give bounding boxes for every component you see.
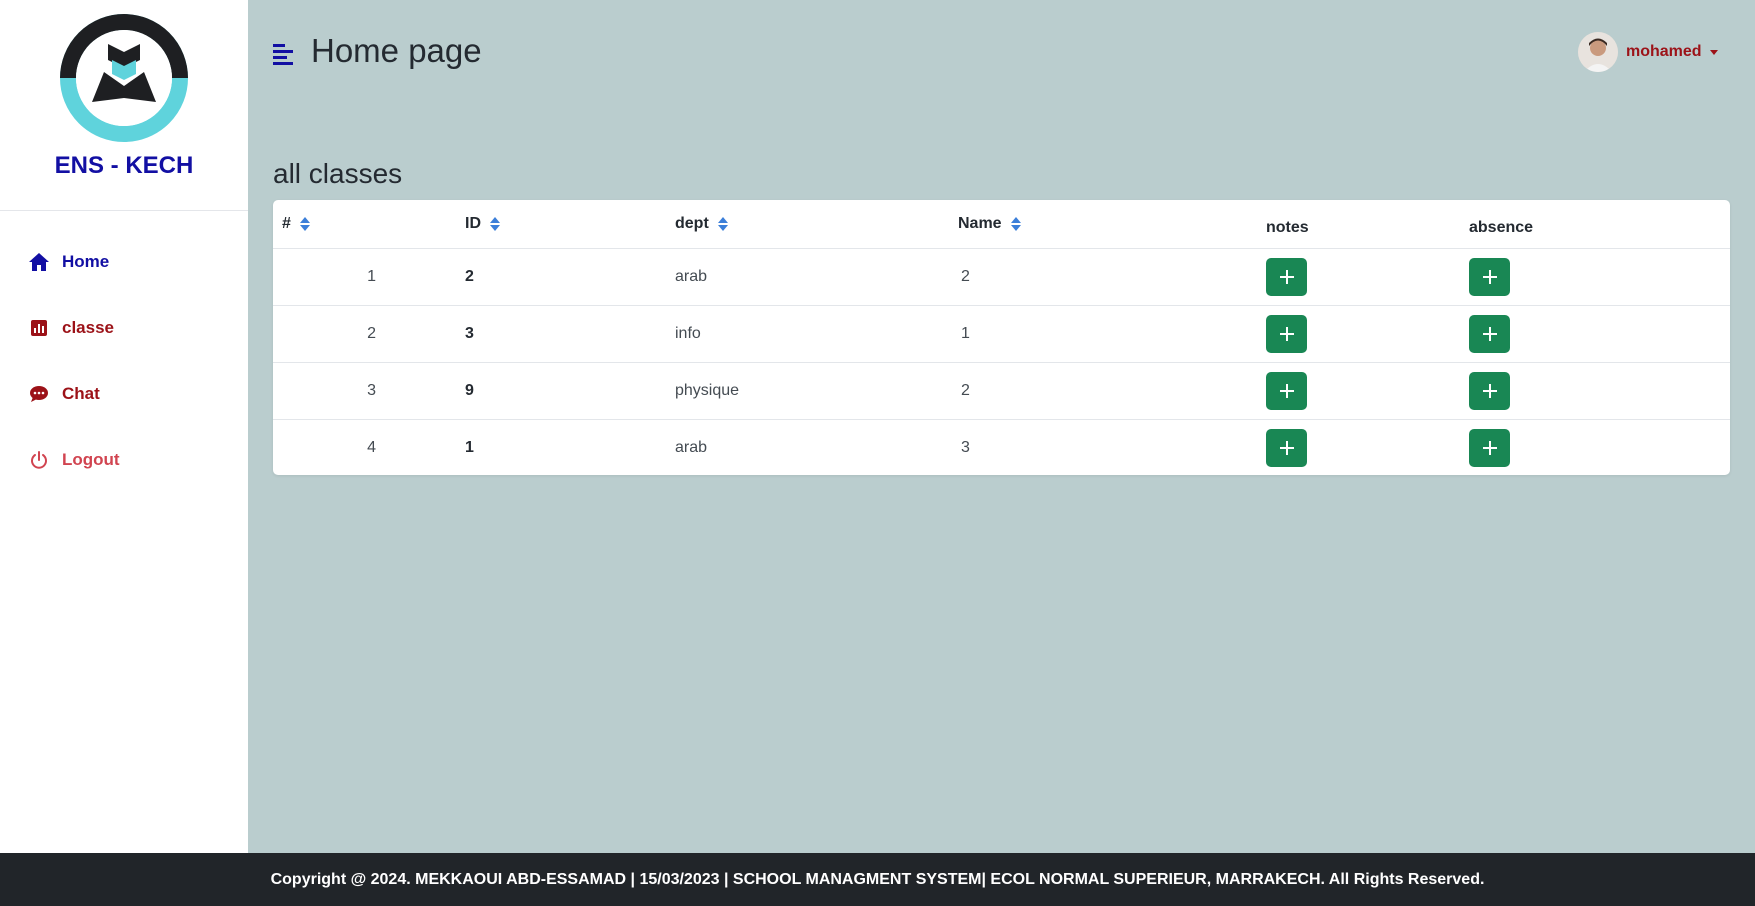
sidebar-divider (0, 210, 248, 211)
avatar[interactable] (1578, 32, 1618, 72)
plus-icon (1279, 440, 1294, 455)
menu-icon[interactable] (272, 42, 296, 66)
power-icon (28, 449, 50, 471)
sidebar-item-chat[interactable]: Chat (28, 379, 100, 409)
add-note-button[interactable] (1266, 428, 1307, 467)
cell-absence (1469, 362, 1730, 419)
classes-table-card: # ID dept Name notes absence 1 2 arab 2 … (273, 200, 1730, 475)
cell-id: 9 (465, 381, 474, 399)
plus-icon (1279, 269, 1294, 284)
cell-name: 1 (961, 324, 970, 342)
column-header-notes: notes (1266, 218, 1309, 236)
sort-icon (1010, 216, 1021, 231)
cell-num: 1 (367, 267, 376, 285)
section-title: all classes (273, 158, 403, 189)
plus-icon (1482, 326, 1497, 341)
cell-dept: arab (675, 267, 708, 285)
home-icon (28, 251, 50, 273)
plus-icon (1482, 383, 1497, 398)
sort-icon (490, 216, 500, 231)
add-note-button[interactable] (1266, 314, 1307, 353)
cell-dept: arab (675, 438, 708, 456)
add-absence-button[interactable] (1469, 257, 1510, 296)
cell-notes (1266, 248, 1469, 305)
chart-icon (28, 317, 50, 339)
sidebar-item-label: Logout (62, 450, 120, 469)
plus-icon (1279, 383, 1294, 398)
column-header-absence: absence (1469, 218, 1534, 236)
cell-num: 4 (367, 438, 376, 456)
cell-notes (1266, 362, 1469, 419)
column-header-num[interactable]: # (273, 200, 465, 248)
plus-icon (1279, 326, 1294, 341)
cell-num: 3 (367, 381, 376, 399)
column-header-name[interactable]: Name (958, 200, 1266, 248)
cell-name: 2 (961, 267, 970, 285)
chevron-down-icon (1709, 49, 1718, 55)
cell-id: 1 (465, 438, 474, 456)
add-absence-button[interactable] (1469, 371, 1510, 410)
add-note-button[interactable] (1266, 371, 1307, 410)
sidebar-item-label: Home (62, 252, 110, 271)
cell-absence (1469, 419, 1730, 475)
cell-num: 2 (367, 324, 376, 342)
cell-notes (1266, 305, 1469, 362)
table-row: 2 3 info 1 (273, 305, 1730, 362)
table-row: 3 9 physique 2 (273, 362, 1730, 419)
add-absence-button[interactable] (1469, 314, 1510, 353)
footer: Copyright @ 2024. MEKKAOUI ABD-ESSAMAD |… (0, 853, 1755, 906)
sort-icon (717, 216, 728, 231)
sidebar-item-classe[interactable]: classe (28, 313, 114, 343)
cell-dept: physique (675, 381, 740, 399)
cell-name: 3 (961, 438, 970, 456)
table-header-row: # ID dept Name notes absence (273, 200, 1730, 248)
page-title: Home page (311, 32, 482, 69)
classes-table: # ID dept Name notes absence 1 2 arab 2 … (273, 200, 1730, 475)
user-name: mohamed (1626, 43, 1702, 60)
brand-name: ENS - KECH (54, 152, 194, 179)
cell-name: 2 (961, 381, 970, 399)
add-absence-button[interactable] (1469, 428, 1510, 467)
sidebar-item-label: Chat (62, 384, 100, 403)
school-logo (52, 6, 196, 150)
cell-notes (1266, 419, 1469, 475)
plus-icon (1482, 440, 1497, 455)
table-row: 1 2 arab 2 (273, 248, 1730, 305)
plus-icon (1482, 269, 1497, 284)
cell-dept: info (675, 324, 701, 342)
column-header-id[interactable]: ID (465, 200, 675, 248)
sidebar-item-home[interactable]: Home (28, 247, 109, 277)
cell-absence (1469, 305, 1730, 362)
cell-absence (1469, 248, 1730, 305)
sidebar-item-label: classe (62, 318, 114, 337)
table-row: 4 1 arab 3 (273, 419, 1730, 475)
sidebar: ENS - KECH Home classe Chat Logout (0, 0, 248, 853)
cell-id: 3 (465, 324, 474, 342)
chat-icon (28, 383, 50, 405)
sort-icon (299, 216, 310, 231)
user-menu[interactable]: mohamed (1578, 32, 1718, 72)
footer-copyright: Copyright @ 2024. MEKKAOUI ABD-ESSAMAD |… (270, 870, 1485, 888)
add-note-button[interactable] (1266, 257, 1307, 296)
cell-id: 2 (465, 267, 474, 285)
column-header-dept[interactable]: dept (675, 200, 958, 248)
sidebar-item-logout[interactable]: Logout (28, 445, 120, 475)
